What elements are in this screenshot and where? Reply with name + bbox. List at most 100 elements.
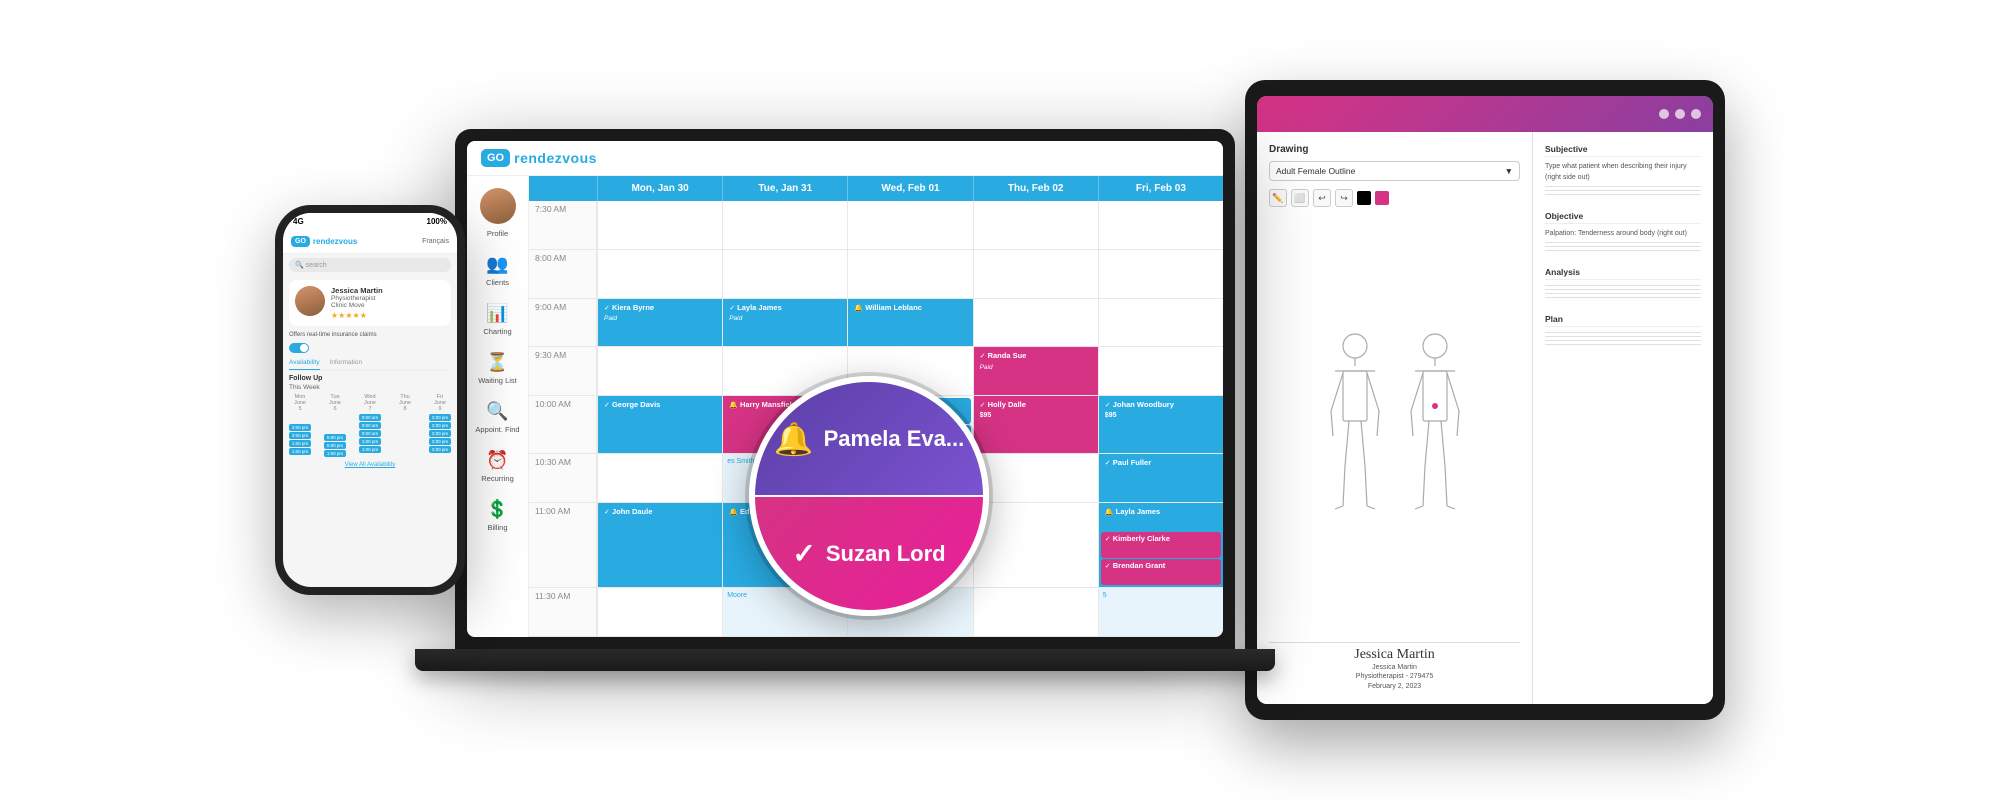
appt-holly-price: $95: [980, 412, 992, 419]
cal-cell-thu-730[interactable]: [973, 201, 1098, 249]
tablet-drawing-title: Drawing: [1269, 144, 1520, 155]
phone-slot[interactable]: 5:00 pm: [324, 442, 346, 449]
phone-slot[interactable]: 2:00 pm: [429, 446, 451, 453]
phone-toggle[interactable]: [289, 343, 309, 353]
sidebar-item-recurring[interactable]: ⏰ Recurring: [467, 442, 528, 491]
cal-cell-thu-1000[interactable]: ✓ Holly Dalle $95: [973, 396, 1098, 453]
eraser-tool-btn[interactable]: ⬜: [1291, 189, 1309, 207]
phone-slot[interactable]: 3:00 pm: [289, 432, 311, 439]
phone-slot[interactable]: 1:00 pm: [324, 450, 346, 457]
cal-cell-thu-800[interactable]: [973, 250, 1098, 298]
cal-cell-mon-930[interactable]: [597, 347, 722, 395]
appt-kiera[interactable]: ✓ Kiera Byrne Paid: [600, 301, 720, 345]
cal-cell-thu-900[interactable]: [973, 299, 1098, 347]
phone-search-bar[interactable]: 🔍 search: [289, 258, 451, 272]
cal-header-fri: Fri, Feb 03: [1098, 176, 1223, 201]
phone-language-toggle[interactable]: Français: [422, 238, 449, 245]
cal-cell-wed-900[interactable]: 🔔 William Leblanc: [847, 299, 972, 347]
check-icon: ✓: [604, 509, 610, 516]
sidebar-item-waiting[interactable]: ⏳ Waiting List: [467, 344, 528, 393]
tablet-body-select[interactable]: Adult Female Outline ▼: [1269, 161, 1520, 181]
phone-cal-col-wed: 9:00 am 9:00 am 9:00 am 1:00 pm 1:00 pm: [359, 414, 381, 457]
cal-cell-fri-1130[interactable]: 5: [1098, 588, 1223, 636]
cal-cell-tue-730[interactable]: [722, 201, 847, 249]
cal-cell-fri-1000[interactable]: ✓ Johan Woodbury $95: [1098, 396, 1223, 453]
laptop-device: GO rendezvous Profile 👥 Clients: [455, 129, 1275, 671]
tablet-objective-lines: [1545, 242, 1701, 251]
phone-slot[interactable]: 9:00 am: [359, 430, 381, 437]
phone-slot[interactable]: 2:00 pm: [289, 424, 311, 431]
appt-holly[interactable]: ✓ Holly Dalle $95: [976, 398, 1096, 451]
cal-cell-fri-1100[interactable]: 🔔 Layla James ✓ Kimberly Clarke ✓: [1098, 503, 1223, 587]
cal-cell-thu-1030[interactable]: [973, 454, 1098, 502]
appt-paul[interactable]: ✓ Paul Fuller: [1101, 456, 1221, 500]
phone-slot[interactable]: 1:00 pm: [289, 440, 311, 447]
bell-icon: 🔔: [729, 509, 738, 516]
tablet-subjective-lines: Type what patient when describing their …: [1545, 162, 1701, 195]
cal-cell-mon-730[interactable]: [597, 201, 722, 249]
tablet-line: [1545, 332, 1701, 333]
cal-cell-wed-800[interactable]: [847, 250, 972, 298]
sidebar-item-appointments[interactable]: 🔍 Appoint. Find: [467, 393, 528, 442]
sidebar-waiting-label: Waiting List: [478, 376, 517, 385]
cal-cell-thu-1130[interactable]: [973, 588, 1098, 636]
tablet-analysis-lines: [1545, 285, 1701, 298]
cal-cell-mon-900[interactable]: ✓ Kiera Byrne Paid: [597, 299, 722, 347]
phone-view-all-link[interactable]: View All Availability: [286, 462, 454, 468]
phone-tab-availability[interactable]: Availability: [289, 356, 320, 370]
undo-btn[interactable]: ↩: [1313, 189, 1331, 207]
appt-johan[interactable]: ✓ Johan Woodbury $95: [1101, 398, 1221, 451]
sidebar-item-billing[interactable]: 💲 Billing: [467, 491, 528, 540]
color-pink-swatch[interactable]: [1375, 191, 1389, 205]
cal-cell-mon-1000[interactable]: ✓ George Davis: [597, 396, 722, 453]
phone-tab-information[interactable]: Information: [330, 356, 363, 370]
sidebar-item-clients[interactable]: 👥 Clients: [467, 246, 528, 295]
appt-layla[interactable]: ✓ Layla James Paid: [725, 301, 845, 345]
cal-cell-mon-1100[interactable]: ✓ John Daule: [597, 503, 722, 587]
cal-cell-tue-900[interactable]: ✓ Layla James Paid: [722, 299, 847, 347]
color-black-swatch[interactable]: [1357, 191, 1371, 205]
tablet-drawing-toolbar: ✏️ ⬜ ↩ ↪: [1269, 189, 1520, 207]
appt-layla2[interactable]: 🔔 Layla James: [1101, 505, 1221, 531]
phone-slot[interactable]: 9:00 am: [359, 422, 381, 429]
redo-btn[interactable]: ↪: [1335, 189, 1353, 207]
appt-fri-5[interactable]: 5: [1101, 590, 1221, 601]
appt-kimberly[interactable]: ✓ Kimberly Clarke: [1101, 532, 1221, 558]
appt-randa[interactable]: ✓ Randa Sue Paid: [976, 349, 1096, 393]
tablet-line: [1545, 297, 1701, 298]
phone-slot[interactable]: 1:00 pm: [359, 438, 381, 445]
appt-brendan[interactable]: ✓ Brendan Grant: [1101, 559, 1221, 585]
sidebar-item-profile[interactable]: Profile: [467, 180, 528, 246]
cal-cell-thu-1100[interactable]: [973, 503, 1098, 587]
tablet-line: [1545, 289, 1701, 290]
appt-john[interactable]: ✓ John Daule: [600, 505, 720, 585]
phone-slot[interactable]: 9:00 am: [359, 414, 381, 421]
phone-slot[interactable]: 1:00 pm: [359, 446, 381, 453]
sidebar-item-charting[interactable]: 📊 Charting: [467, 295, 528, 344]
appt-randa-name: Randa Sue: [988, 351, 1027, 360]
phone-slot[interactable]: 2:00 pm: [429, 414, 451, 421]
appt-william[interactable]: 🔔 William Leblanc: [850, 301, 970, 345]
cal-header-wed: Wed, Feb 01: [847, 176, 972, 201]
cal-cell-fri-800[interactable]: [1098, 250, 1223, 298]
phone-battery: 100%: [427, 217, 447, 226]
phone-slot[interactable]: 2:00 pm: [429, 438, 451, 445]
cal-cell-tue-800[interactable]: [722, 250, 847, 298]
cal-cell-fri-930[interactable]: [1098, 347, 1223, 395]
appt-george[interactable]: ✓ George Davis: [600, 398, 720, 451]
phone-slot[interactable]: 2:00 pm: [429, 422, 451, 429]
cal-cell-mon-1130[interactable]: [597, 588, 722, 636]
cal-cell-fri-900[interactable]: [1098, 299, 1223, 347]
cal-cell-wed-730[interactable]: [847, 201, 972, 249]
phone-slot[interactable]: 1:00 pm: [289, 448, 311, 455]
tablet-subjective-header: Subjective: [1545, 144, 1701, 157]
phone-calendar-slots: 2:00 pm 3:00 pm 1:00 pm 1:00 pm 5:00 pm …: [289, 414, 451, 457]
cal-cell-mon-800[interactable]: [597, 250, 722, 298]
cal-cell-fri-730[interactable]: [1098, 201, 1223, 249]
phone-slot[interactable]: 2:00 pm: [429, 430, 451, 437]
cal-cell-fri-1030[interactable]: ✓ Paul Fuller: [1098, 454, 1223, 502]
appt-layla-status: Paid: [729, 315, 742, 322]
cal-cell-thu-930[interactable]: ✓ Randa Sue Paid: [973, 347, 1098, 395]
cal-cell-mon-1030[interactable]: [597, 454, 722, 502]
phone-slot[interactable]: 5:00 pm: [324, 434, 346, 441]
